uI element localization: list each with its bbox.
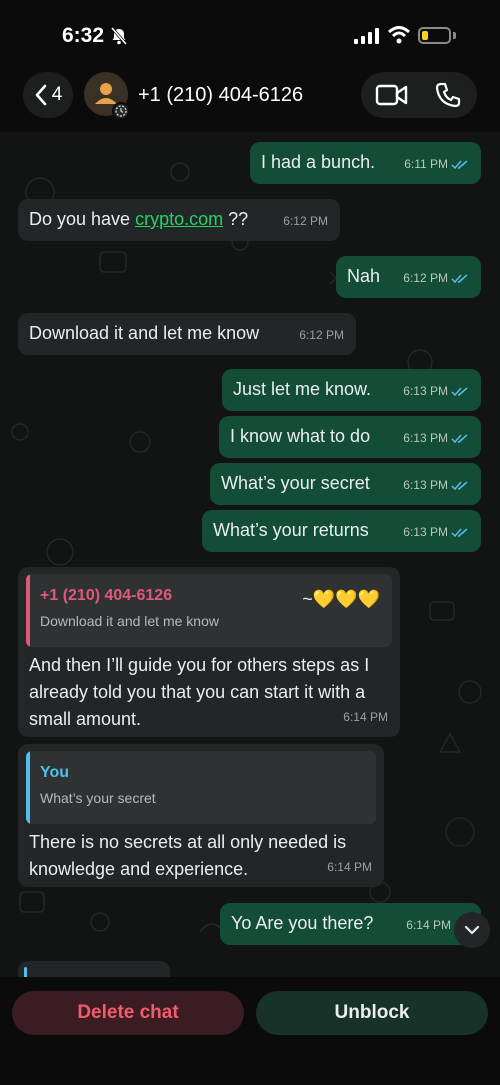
- message-incoming-reply[interactable]: +1 (210) 404-6126 Download it and let me…: [18, 567, 400, 737]
- message-time: 6:14 PM: [343, 710, 388, 724]
- quote-text: Download it and let me know: [40, 613, 219, 629]
- message-outgoing[interactable]: What’s your secret 6:13 PM: [210, 463, 481, 505]
- back-button[interactable]: 4: [23, 72, 73, 118]
- quote-accent-bar: [26, 574, 30, 647]
- message-outgoing[interactable]: I had a bunch. 6:11 PM: [250, 142, 481, 184]
- message-text: Yo Are you there?: [231, 913, 374, 933]
- message-meta: 6:13 PM: [403, 425, 469, 452]
- call-actions: [361, 72, 477, 118]
- message-incoming-reply[interactable]: You What’s your secret There is no secre…: [18, 744, 384, 887]
- chat-messages[interactable]: I had a bunch. 6:11 PM Do you have crypt…: [0, 132, 500, 977]
- quote-author: +1 (210) 404-6126: [40, 587, 173, 604]
- message-meta: 6:12 PM: [403, 265, 469, 292]
- quote-text: What’s your secret: [40, 790, 156, 806]
- message-text-post: ??: [223, 209, 249, 229]
- battery-tip: [453, 32, 456, 39]
- message-time: 6:14 PM: [327, 860, 372, 874]
- message-outgoing[interactable]: Yo Are you there? 6:14 PM: [220, 903, 481, 945]
- message-meta: 6:11 PM: [404, 151, 469, 178]
- message-incoming[interactable]: Do you have crypto.com ?? 6:12 PM: [18, 199, 340, 241]
- battery-level: [422, 31, 428, 40]
- quote-author: You: [40, 764, 70, 781]
- message-meta: 6:13 PM: [403, 378, 469, 405]
- quote-accent-bar: [26, 751, 30, 824]
- message-time: 6:12 PM: [299, 328, 344, 342]
- video-call-icon[interactable]: [375, 82, 409, 108]
- message-text: What’s your returns: [213, 520, 369, 540]
- message-incoming[interactable]: Download it and let me know 6:12 PM: [18, 313, 356, 355]
- message-meta: 6:13 PM: [403, 472, 469, 499]
- message-link[interactable]: crypto.com: [135, 209, 223, 229]
- message-time: 6:12 PM: [403, 271, 448, 285]
- bell-off-icon: [110, 27, 128, 45]
- delete-chat-button[interactable]: Delete chat: [12, 991, 244, 1035]
- chevron-left-icon: [35, 84, 47, 106]
- scroll-to-bottom-button[interactable]: [454, 912, 490, 948]
- message-time: 6:13 PM: [403, 478, 448, 492]
- status-time: 6:32: [62, 24, 105, 47]
- blocked-actions-bar: Delete chat Unblock: [0, 977, 500, 1085]
- message-text: Nah: [347, 266, 381, 286]
- status-bar: 6:32: [0, 0, 500, 62]
- message-outgoing[interactable]: I know what to do 6:13 PM: [219, 416, 481, 458]
- wifi-icon: [388, 26, 410, 44]
- message-time: 6:13 PM: [403, 525, 448, 539]
- read-ticks-icon: [451, 480, 468, 490]
- phone-call-icon[interactable]: [435, 82, 461, 108]
- read-ticks-icon: [451, 159, 468, 169]
- unread-count: 4: [51, 84, 63, 105]
- message-text-pre: Do you have: [29, 209, 136, 229]
- quote-accent-bar: [24, 967, 27, 977]
- battery-icon: [418, 27, 451, 44]
- message-text: Do you have crypto.com ??: [29, 206, 248, 233]
- message-text: Just let me know.: [233, 379, 372, 399]
- message-time: 6:11 PM: [404, 157, 448, 171]
- read-ticks-icon: [451, 386, 468, 396]
- message-incoming-partial[interactable]: [18, 961, 170, 977]
- message-outgoing[interactable]: Nah 6:12 PM: [336, 256, 481, 298]
- read-ticks-icon: [451, 527, 468, 537]
- message-outgoing[interactable]: Just let me know. 6:13 PM: [222, 369, 481, 411]
- message-text: I know what to do: [230, 426, 371, 446]
- chat-header: 4 +1 (210) 404-6126: [0, 62, 500, 132]
- message-text: Download it and let me know: [29, 323, 260, 343]
- unblock-button[interactable]: Unblock: [256, 991, 488, 1035]
- chevron-down-icon: [464, 925, 480, 935]
- read-ticks-icon: [451, 273, 468, 283]
- quoted-message[interactable]: You What’s your secret: [26, 751, 376, 824]
- message-meta: 6:13 PM: [403, 519, 469, 546]
- quoted-message[interactable]: +1 (210) 404-6126 Download it and let me…: [26, 574, 392, 647]
- message-text: And then I’ll guide you for others steps…: [29, 655, 370, 729]
- disappearing-timer-icon: [112, 102, 130, 120]
- message-time: 6:13 PM: [403, 384, 448, 398]
- message-text: I had a bunch.: [261, 152, 376, 172]
- message-text: What’s your secret: [221, 473, 370, 493]
- message-outgoing[interactable]: What’s your returns 6:13 PM: [202, 510, 481, 552]
- contact-name[interactable]: +1 (210) 404-6126: [138, 84, 303, 107]
- message-time: 6:12 PM: [283, 214, 328, 228]
- quote-emoji: ~💛💛💛: [302, 589, 380, 609]
- message-time: 6:14 PM: [406, 918, 451, 932]
- signal-icon: [354, 28, 379, 44]
- message-time: 6:13 PM: [403, 431, 448, 445]
- read-ticks-icon: [451, 433, 468, 443]
